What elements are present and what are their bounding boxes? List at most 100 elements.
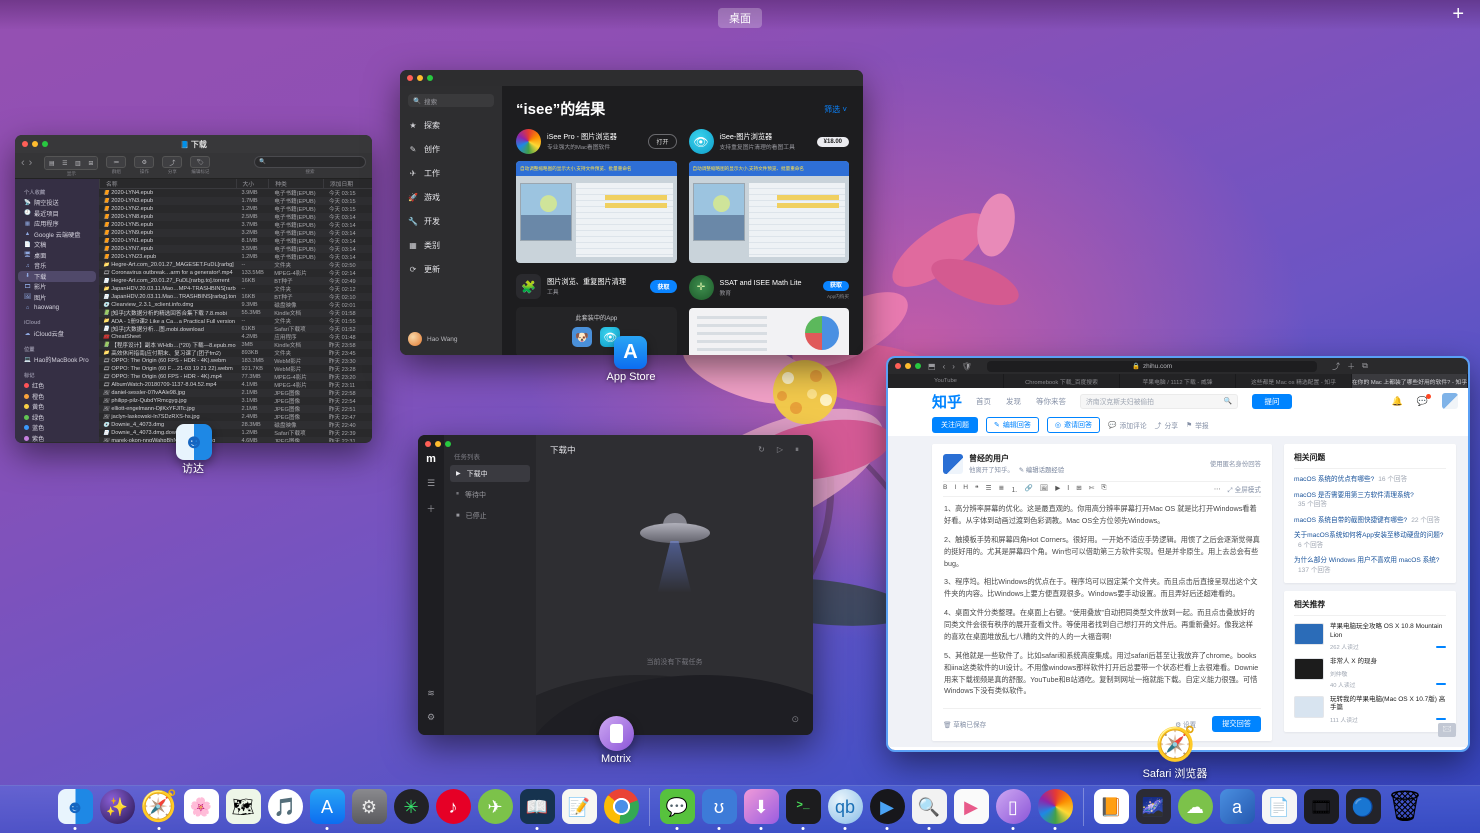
- filter-button[interactable]: 筛选 ˅: [824, 104, 847, 115]
- format-icon[interactable]: ⊞: [1076, 484, 1082, 494]
- fullscreen-button[interactable]: ⤢ 全屏模式: [1228, 484, 1261, 495]
- format-icon[interactable]: Ⅰ: [1067, 484, 1069, 494]
- file-row[interactable]: 🖼marek-okon-nnqWahpBhNM-unsplash.jpg 4.6…: [99, 437, 372, 442]
- dock-icon[interactable]: [1038, 789, 1073, 824]
- close-icon[interactable]: [895, 363, 901, 369]
- finder-sidebar-item[interactable]: 💻 Hao的MacBook Pro: [15, 355, 99, 366]
- finder-sidebar-item[interactable]: 🖥 桌面: [15, 250, 99, 261]
- report-button[interactable]: ⚑举报: [1186, 420, 1209, 430]
- file-row[interactable]: 📙2020-LYN9.epub 3.2MB 电子书籍(EPUB) 今天 03:1…: [99, 229, 372, 237]
- app-card-isee[interactable]: 👁 iSee-图片浏览器 支持重复图片清理的看图工具 ¥18.00 自动调整缩略…: [689, 129, 850, 263]
- finder-window[interactable]: 📘下载 ‹› ▤☰▥⊞ 显示 ≔群组 ⚙操作 ⤴分享 🏷编辑标记 🔍 搜索: [15, 135, 372, 443]
- format-icon[interactable]: H: [963, 484, 968, 494]
- motrix-app-icon[interactable]: [599, 716, 634, 751]
- dock-icon[interactable]: ♪: [436, 789, 471, 824]
- motrix-window[interactable]: m ☰ ＋ ≋ ⚙ 任务列表 ▶ 下载中 ⏸ 等待中 ■ 已停止: [418, 435, 813, 735]
- share-button[interactable]: ⤴: [162, 156, 182, 168]
- book-item[interactable]: 苹果电脑玩全攻略 OS X 10.8 Mountain Lion 262 人读过: [1294, 623, 1446, 651]
- book-item[interactable]: 非常人 X 的现身 刘仲敬 40 人读过: [1294, 658, 1446, 688]
- column-header[interactable]: 添加日期: [323, 179, 372, 188]
- nav-item[interactable]: 首页: [976, 396, 991, 407]
- minimize-icon[interactable]: [435, 441, 441, 447]
- get-button[interactable]: 获取: [823, 281, 849, 291]
- finder-sidebar-item[interactable]: 📄 文稿: [15, 240, 99, 251]
- related-question-link[interactable]: macOS 是否需要用第三方软件清理系统?35 个回答: [1294, 491, 1446, 510]
- finder-sidebar-item[interactable]: 🕘 最近项目: [15, 208, 99, 219]
- view-segmented-control[interactable]: ▤☰▥⊞: [44, 156, 98, 170]
- dock-icon[interactable]: ⬇: [744, 789, 779, 824]
- format-icon[interactable]: ▶: [1055, 484, 1060, 494]
- dock-icon[interactable]: >_: [786, 789, 821, 824]
- file-row[interactable]: 📙2020-LYN3.epub 1.7MB 电子书籍(EPUB) 今天 03:1…: [99, 197, 372, 205]
- book-item[interactable]: 玩转我的苹果电脑(Mac OS X 10.7版) 高手篇 111 人读过: [1294, 696, 1446, 724]
- file-row[interactable]: 📙2020-LYN7.epub 3.5MB 电子书籍(EPUB) 今天 03:1…: [99, 245, 372, 253]
- share-button[interactable]: ⤴分享: [1155, 420, 1178, 430]
- store-sidebar-item[interactable]: 🚀 游戏: [408, 192, 494, 203]
- dock-icon[interactable]: qb: [828, 789, 863, 824]
- file-row[interactable]: 🎞OPPO: The Origin (60 FPS - HDR - 4K).mp…: [99, 373, 372, 381]
- search-field[interactable]: 🔍: [254, 156, 366, 168]
- dock-icon[interactable]: 🗺: [226, 789, 261, 824]
- file-row[interactable]: 📙2020-LYN5.epub 3.7MB 电子书籍(EPUB) 今天 03:1…: [99, 221, 372, 229]
- finder-sidebar-item[interactable]: 红色: [15, 381, 99, 392]
- file-row[interactable]: 🖼daniel-sessler-07lvAAle98.jpg 2.1MB JPE…: [99, 389, 372, 397]
- task-action-icon[interactable]: ⏸: [795, 445, 799, 455]
- app-card-bundle[interactable]: 🧩 图片浏览、重复图片清理 工具 获取 此套装中的App 🐶 👁: [516, 274, 677, 355]
- format-icon[interactable]: ⎘: [1101, 484, 1106, 494]
- anonymous-toggle[interactable]: 使用匿名身份回答: [1210, 459, 1261, 468]
- file-row[interactable]: 📁高效休闲指南|应付期末、复习课了(团子fm2) 893KB 文件夹 昨天 23…: [99, 349, 372, 357]
- group-button[interactable]: ≔: [106, 156, 126, 168]
- action-button[interactable]: ⚙: [134, 156, 154, 168]
- file-row[interactable]: 🎞OPPO: The Origin (60 FPS - HDR - 4K).we…: [99, 357, 372, 365]
- book-title[interactable]: 玩转我的苹果电脑(Mac OS X 10.7版) 高手篇: [1330, 696, 1446, 713]
- file-row[interactable]: 📗[知乎]大数据分析的精选回答合集下载 7.8.mobi 55.3MB Kind…: [99, 309, 372, 317]
- share-icon[interactable]: ⤴: [1332, 361, 1340, 372]
- space-label-desktop[interactable]: 桌面: [718, 8, 762, 28]
- finder-sidebar-item[interactable]: ⬇ 下载: [18, 271, 96, 282]
- view-mode-icon[interactable]: ▤: [45, 157, 58, 169]
- file-row[interactable]: 📙2020-LYN2.epub 1.2MB 电子书籍(EPUB) 今天 03:1…: [99, 205, 372, 213]
- settings-icon[interactable]: ⚙: [427, 712, 435, 723]
- dock-icon[interactable]: 🌌: [1136, 789, 1171, 824]
- edit-bio-link[interactable]: ✎ 编辑话题经验: [1019, 465, 1064, 474]
- finder-sidebar-item[interactable]: 个人收藏: [15, 187, 99, 198]
- add-task-icon[interactable]: ＋: [426, 502, 435, 515]
- file-row[interactable]: 🎞AlbumWatch-20180709-1137-8.04.52.mp4 4.…: [99, 381, 372, 389]
- format-icon[interactable]: ≣: [999, 484, 1005, 494]
- file-row[interactable]: 📁Hegre-Art.com_20.01.27_MAGESET.FuDL[rar…: [99, 261, 372, 269]
- dock-icon[interactable]: 📙: [1094, 789, 1129, 824]
- ask-question-button[interactable]: 提问: [1252, 394, 1292, 409]
- safari-window[interactable]: ⬒ ‹ › 🛡 🔒zhihu.com ⤴ ＋ ⧉ YouTubeChromebo…: [888, 358, 1468, 750]
- finder-app-icon[interactable]: ☻: [176, 424, 212, 460]
- zhihu-search-field[interactable]: 济南汉克斯夫妇被偷拍🔍: [1080, 394, 1238, 409]
- dock-icon[interactable]: 🌸: [184, 789, 219, 824]
- browser-tab[interactable]: 在你的 Mac 上都装了哪些好用的软件? - 知乎: [1352, 374, 1468, 388]
- dock-icon[interactable]: a: [1220, 789, 1255, 824]
- nav-item[interactable]: 等你来答: [1036, 396, 1066, 407]
- file-row[interactable]: 💿Downie_4_4073.dmg 28.3MB 磁盘映像 昨天 22:40: [99, 421, 372, 429]
- back-forward-buttons[interactable]: ‹›: [21, 157, 36, 169]
- store-search-field[interactable]: 🔍搜索: [408, 94, 494, 107]
- speed-icon[interactable]: ≋: [427, 688, 435, 699]
- finder-sidebar-item[interactable]: 紫色: [15, 433, 99, 442]
- finder-sidebar-item[interactable]: 蓝色: [15, 423, 99, 434]
- finder-expose-label[interactable]: 访达: [123, 460, 263, 476]
- dock-icon[interactable]: ✨: [100, 789, 135, 824]
- add-comment-button[interactable]: 💬添加评论: [1108, 420, 1147, 430]
- app-store-expose-label[interactable]: App Store: [561, 371, 701, 383]
- app-card-ssat[interactable]: ✛ SSAT and ISEE Math Lite 教育 获取 App内购买: [689, 274, 850, 355]
- close-icon[interactable]: [407, 75, 413, 81]
- app-store-app-icon[interactable]: A: [614, 336, 647, 369]
- dock-icon[interactable]: 🔵: [1346, 789, 1381, 824]
- task-action-icon[interactable]: ↻: [758, 445, 765, 455]
- view-mode-icon[interactable]: ⊞: [84, 157, 97, 169]
- traffic-lights[interactable]: [895, 363, 921, 369]
- read-button[interactable]: [1436, 718, 1446, 720]
- user-avatar[interactable]: [1442, 393, 1458, 409]
- finder-sidebar-item[interactable]: 绿色: [15, 412, 99, 423]
- new-tab-icon[interactable]: ＋: [1347, 361, 1355, 372]
- author-avatar[interactable]: [943, 454, 963, 474]
- dock-icon[interactable]: [649, 788, 650, 826]
- answer-text-editor[interactable]: 1、高分辨率屏幕的优化。这是最直观的。你用高分辨率屏幕打开Mac OS 就是比打…: [943, 497, 1261, 706]
- format-icon[interactable]: ⒈: [1011, 484, 1018, 494]
